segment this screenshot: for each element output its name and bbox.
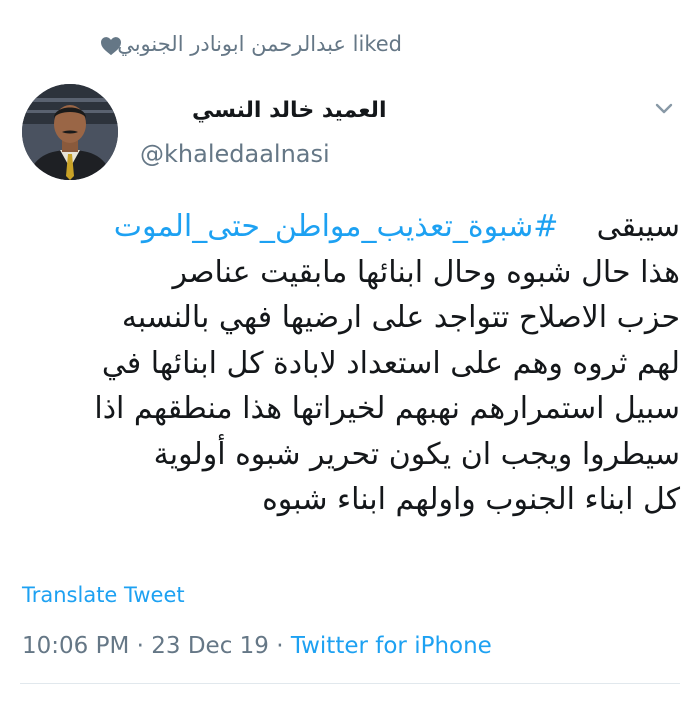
tweet-date[interactable]: 23 Dec 19 — [151, 633, 269, 659]
tweet-metadata: 10:06 PM · 23 Dec 19 · Twitter for iPhon… — [22, 633, 492, 659]
avatar[interactable] — [22, 84, 118, 180]
liked-user-name[interactable]: عبدالرحمن ابونادر الجنوبي — [117, 32, 346, 56]
divider — [20, 683, 680, 684]
liked-suffix: liked — [352, 32, 402, 56]
liked-label[interactable]: عبدالرحمن ابونادر الجنوبي liked — [117, 32, 402, 56]
chevron-down-icon[interactable] — [652, 96, 676, 120]
tweet-line: سيطروا ويجب ان يكون تحرير شبوه أولوية — [153, 436, 680, 472]
tweet-line: سبيل استمرارهم نهبهم لخيراتها هذا منطقهم… — [94, 391, 680, 426]
tweet-first-word: سيبقى — [596, 209, 680, 244]
tweet-line: هذا حال شبوه وحال ابنائها مابقيت عناصر — [172, 254, 680, 290]
tweet-line: سيبقى #شبوة_تعذيب_مواطن_حتى_الموت — [20, 204, 680, 250]
social-context: عبدالرحمن ابونادر الجنوبي liked — [0, 28, 700, 64]
tweet-line: كل ابناء الجنوب واولهم ابناء شبوه — [262, 482, 680, 517]
author-display-name[interactable]: العميد خالد النسي — [192, 98, 387, 123]
tweet-line: حزب الاصلاح تتواجد على ارضيها فهي بالنسب… — [121, 300, 680, 335]
meta-separator: · — [129, 633, 152, 659]
tweet-time[interactable]: 10:06 PM — [22, 633, 129, 659]
meta-separator: · — [268, 633, 291, 659]
author-handle[interactable]: @khaledaalnasi — [140, 140, 330, 168]
tweet-line: لهم ثروه وهم على استعداد لابادة كل ابنائ… — [101, 345, 680, 381]
tweet-source-link[interactable]: Twitter for iPhone — [291, 633, 492, 659]
avatar-image — [22, 84, 118, 180]
hashtag-link[interactable]: #شبوة_تعذيب_مواطن_حتى_الموت — [114, 209, 559, 244]
tweet-text: سيبقى #شبوة_تعذيب_مواطن_حتى_الموت هذا حا… — [20, 204, 680, 523]
translate-tweet-link[interactable]: Translate Tweet — [22, 583, 185, 607]
